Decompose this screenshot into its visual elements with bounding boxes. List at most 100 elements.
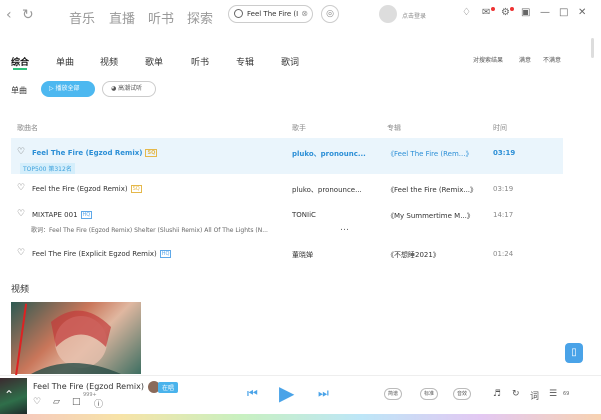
nav-live[interactable]: 直播 <box>109 8 135 27</box>
header-song-name: 歌曲名 <box>17 124 38 132</box>
table-row[interactable]: ♡ MIXTAPE 001 HQ TONIiC 《My Summertime M.… <box>11 206 563 224</box>
rank-badge[interactable]: TOP500 第312名 <box>20 163 75 174</box>
volume-icon[interactable]: ♬ <box>493 389 501 399</box>
tab-songs[interactable]: 单曲 <box>56 55 74 68</box>
tab-playlists[interactable]: 歌单 <box>145 55 163 68</box>
duration: 14:17 <box>493 211 514 219</box>
favorite-icon[interactable]: ♡ <box>17 147 25 157</box>
preview-icon: ◕ <box>111 85 117 92</box>
singer-link[interactable]: pluko、pronounce... <box>292 185 382 195</box>
song-title-cell: Feel The Fire (Explicit Egzod Remix) HQ <box>32 250 172 258</box>
search-value: Feel The Fire (I <box>247 10 299 18</box>
favorite-icon[interactable]: ♡ <box>17 183 25 193</box>
song-title[interactable]: Feel The Fire (Egzod Remix) <box>32 149 142 157</box>
playlist-count: 69 <box>563 391 570 397</box>
duration: 03:19 <box>493 185 514 193</box>
settings-icon[interactable]: ⚙ <box>501 7 510 18</box>
feedback-label: 对搜索结果 <box>473 57 504 64</box>
clear-icon[interactable]: ⊗ <box>301 9 308 18</box>
search-icon <box>234 9 243 18</box>
song-title[interactable]: Feel the Fire (Egzod Remix) <box>32 185 128 193</box>
tab-lyrics[interactable]: 歌词 <box>281 55 299 68</box>
more-icon[interactable]: … <box>340 223 349 233</box>
score-button[interactable]: 简谱 <box>384 388 403 400</box>
mail-dot <box>491 7 495 11</box>
search-input[interactable]: Feel The Fire (I ⊗ <box>228 5 313 23</box>
video-thumbnail[interactable] <box>11 302 141 374</box>
loop-icon[interactable]: ↻ <box>512 389 520 399</box>
mail-icon[interactable]: ✉ <box>482 7 490 18</box>
highlight-preview-label: 高潮试听 <box>118 85 143 92</box>
now-playing-title[interactable]: Feel The Fire (Egzod Remix) <box>33 382 144 391</box>
voice-search-icon[interactable]: ◎ <box>321 5 339 23</box>
mini-mode-icon[interactable]: ▣ <box>521 7 530 18</box>
maximize-icon[interactable]: □ <box>559 7 568 18</box>
album-link[interactable]: 《Feel The Fire (Rem...》 <box>387 149 487 159</box>
nav-explore[interactable]: 探索 <box>187 8 213 27</box>
duration: 03:19 <box>493 149 516 157</box>
unsatisfied-link[interactable]: 不满意 <box>543 55 561 64</box>
play-pause-icon[interactable]: ▶ <box>279 381 294 405</box>
settings-dot <box>510 7 514 11</box>
album-link[interactable]: 《My Summertime M...》 <box>387 211 487 221</box>
duration: 01:24 <box>493 250 514 258</box>
quality-badge: SQ <box>130 185 142 193</box>
skin-icon[interactable]: ♢ <box>462 7 471 18</box>
info-icon[interactable]: ⓘ <box>94 397 103 410</box>
song-title[interactable]: Feel The Fire (Explicit Egzod Remix) <box>32 250 157 258</box>
sound-effect-button[interactable]: 音效 <box>453 388 472 400</box>
playlist-icon[interactable]: ☰ <box>549 389 557 399</box>
highlight-preview-button[interactable]: ◕ 高潮试听 <box>102 81 156 97</box>
singer-link[interactable]: pluko、pronounc... <box>292 149 382 159</box>
video-section-title: 视频 <box>11 285 30 295</box>
close-icon[interactable]: ✕ <box>578 7 586 18</box>
songs-section-title: 单曲 <box>11 86 27 95</box>
tab-albums[interactable]: 专辑 <box>236 55 254 68</box>
table-row[interactable]: ♡ Feel The Fire (Egzod Remix) SQ pluko、pr… <box>11 138 563 174</box>
album-link[interactable]: 《Feel the Fire (Remix...》 <box>387 185 487 195</box>
login-link[interactable]: 点击登录 <box>402 11 426 20</box>
album-link[interactable]: 《不想睡2021》 <box>387 250 487 260</box>
lyrics-button[interactable]: 词 <box>530 389 539 402</box>
comment-icon[interactable]: □ <box>72 397 81 407</box>
play-icon: ▷ <box>49 85 54 92</box>
song-title[interactable]: MIXTAPE 001 <box>32 211 78 219</box>
avatar[interactable] <box>379 5 397 23</box>
singer-link[interactable]: 董晓婵 <box>292 250 382 260</box>
song-title-cell: Feel the Fire (Egzod Remix) SQ <box>32 185 142 193</box>
tab-audiobooks[interactable]: 听书 <box>191 55 209 68</box>
nav-audiobook[interactable]: 听书 <box>148 8 174 27</box>
play-all-label: 播放全部 <box>55 85 80 92</box>
singer-link[interactable]: TONIiC <box>292 211 382 219</box>
vip-icon[interactable]: ▱ <box>53 397 60 407</box>
quality-badge: SQ <box>145 149 158 157</box>
refresh-icon[interactable]: ↻ <box>22 7 34 23</box>
expand-icon[interactable]: ⌃ <box>4 388 14 402</box>
play-all-button[interactable]: ▷ 播放全部 <box>41 81 95 97</box>
quality-button[interactable]: 标准 <box>420 388 439 400</box>
favorite-icon[interactable]: ♡ <box>17 248 25 258</box>
top-bar: ‹ ↻ 音乐 直播 听书 探索 Feel The Fire (I ⊗ ◎ 点击登… <box>0 0 601 34</box>
table-row[interactable]: ♡ Feel the Fire (Egzod Remix) SQ pluko、pr… <box>11 180 563 198</box>
tab-all[interactable]: 综合 <box>11 55 29 68</box>
favorite-icon[interactable]: ♡ <box>17 209 25 219</box>
song-title-cell: MIXTAPE 001 HQ <box>32 211 93 219</box>
singing-badge[interactable]: 在唱 <box>158 382 179 393</box>
header-time: 时间 <box>493 124 507 132</box>
tab-videos[interactable]: 视频 <box>100 55 118 68</box>
nav-music[interactable]: 音乐 <box>69 8 95 27</box>
satisfied-link[interactable]: 满意 <box>519 55 531 64</box>
header-album: 专辑 <box>387 124 401 132</box>
next-icon[interactable]: ⏭ <box>318 386 329 401</box>
scrollbar[interactable] <box>591 38 594 58</box>
table-row[interactable]: ♡ Feel The Fire (Explicit Egzod Remix) HQ… <box>11 245 563 263</box>
lyric-snippet: 歌词：Feel The Fire (Egzod Remix) Shelter (… <box>31 227 268 234</box>
active-tab-indicator <box>13 68 27 70</box>
phone-icon[interactable]: ▯ <box>565 343 583 363</box>
like-icon[interactable]: ♡ <box>33 397 41 407</box>
minimize-icon[interactable]: — <box>540 7 550 18</box>
header-singer: 歌手 <box>292 124 306 132</box>
quality-badge: HQ <box>159 250 172 258</box>
back-icon[interactable]: ‹ <box>6 7 12 23</box>
previous-icon[interactable]: ⏮ <box>247 386 258 401</box>
